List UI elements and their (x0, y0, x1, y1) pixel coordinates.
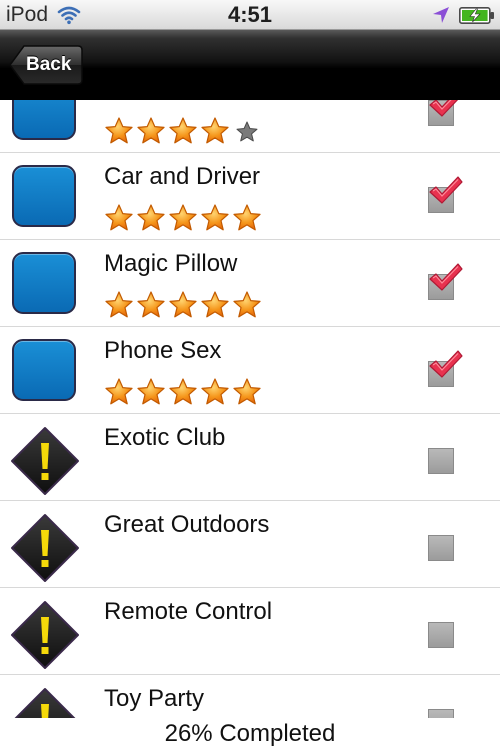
star-empty-icon (236, 121, 258, 142)
checkbox-unchecked[interactable] (428, 448, 454, 474)
checkbox-checked[interactable] (428, 263, 463, 300)
star-filled-icon (233, 291, 261, 318)
warning-icon (10, 426, 80, 495)
star-rating (104, 290, 262, 320)
checkbox-unchecked[interactable] (428, 622, 454, 648)
star-filled-icon (105, 378, 133, 405)
star-filled-icon (169, 378, 197, 405)
star-filled-icon (105, 117, 133, 144)
list-item[interactable]: Great Outdoors (0, 501, 500, 588)
star-filled-icon (201, 117, 229, 144)
star-filled-icon (105, 204, 133, 231)
star-filled-icon (201, 378, 229, 405)
warning-diamond (11, 514, 79, 582)
clock: 4:51 (227, 2, 273, 27)
checkmark-icon (429, 350, 463, 378)
screen: iPod 4:51 Back Car and Driver Magic Pill… (0, 0, 500, 750)
warning-diamond (11, 601, 79, 669)
checkmark-icon (429, 176, 463, 204)
star-filled-icon (137, 117, 165, 144)
back-button-label: Back (26, 54, 72, 75)
list-item[interactable]: Remote Control (0, 588, 500, 675)
warning-diamond (11, 427, 79, 495)
checkbox-checked[interactable] (428, 100, 459, 126)
progress-footer: 26% Completed (0, 718, 500, 750)
battery-charging-icon (459, 7, 494, 24)
star-filled-icon (169, 204, 197, 231)
star-filled-icon (233, 378, 261, 405)
list-item[interactable] (0, 100, 500, 153)
blue-tile-icon (10, 339, 80, 403)
blue-tile-shape (12, 100, 76, 140)
star-filled-icon (105, 291, 133, 318)
star-filled-icon (169, 291, 197, 318)
checkbox-checked[interactable] (428, 350, 463, 387)
checkmark-icon (429, 100, 459, 117)
progress-label: 26% Completed (164, 720, 336, 747)
item-list: Car and Driver Magic Pillow Phone Sex Exoti… (0, 100, 500, 720)
warning-icon (10, 600, 80, 669)
blue-tile-shape (12, 339, 76, 401)
star-filled-icon (137, 291, 165, 318)
checkbox-checked[interactable] (428, 176, 463, 213)
star-rating (104, 116, 262, 146)
item-title: Remote Control (104, 598, 273, 625)
star-filled-icon (201, 291, 229, 318)
checkmark-icon (429, 263, 463, 291)
list-item[interactable]: Phone Sex (0, 327, 500, 414)
warning-diamond (12, 688, 78, 720)
location-icon (433, 7, 449, 23)
star-rating (104, 203, 262, 233)
warning-icon (10, 513, 80, 582)
status-bar: iPod 4:51 (0, 0, 500, 30)
item-title: Great Outdoors (104, 511, 270, 538)
item-title: Phone Sex (104, 337, 222, 364)
star-filled-icon (137, 204, 165, 231)
back-button[interactable]: Back (8, 44, 84, 86)
star-rating (104, 377, 262, 407)
item-title: Magic Pillow (104, 250, 238, 277)
star-filled-icon (233, 204, 261, 231)
blue-tile-shape (12, 252, 76, 314)
blue-tile-icon (10, 165, 80, 229)
item-title: Exotic Club (104, 424, 226, 451)
blue-tile-icon (10, 100, 80, 142)
list-viewport[interactable]: Car and Driver Magic Pillow Phone Sex Exoti… (0, 100, 500, 720)
item-title: Toy Party (104, 685, 205, 712)
warning-icon (10, 687, 80, 720)
navigation-bar: Back (0, 30, 500, 100)
list-item[interactable]: Car and Driver (0, 153, 500, 240)
list-item[interactable]: Toy Party (0, 675, 500, 720)
star-filled-icon (201, 204, 229, 231)
blue-tile-icon (10, 252, 80, 316)
star-filled-icon (169, 117, 197, 144)
blue-tile-shape (12, 165, 76, 227)
item-title: Car and Driver (104, 163, 261, 190)
list-item[interactable]: Exotic Club (0, 414, 500, 501)
checkbox-unchecked[interactable] (428, 535, 454, 561)
list-item[interactable]: Magic Pillow (0, 240, 500, 327)
star-filled-icon (137, 378, 165, 405)
